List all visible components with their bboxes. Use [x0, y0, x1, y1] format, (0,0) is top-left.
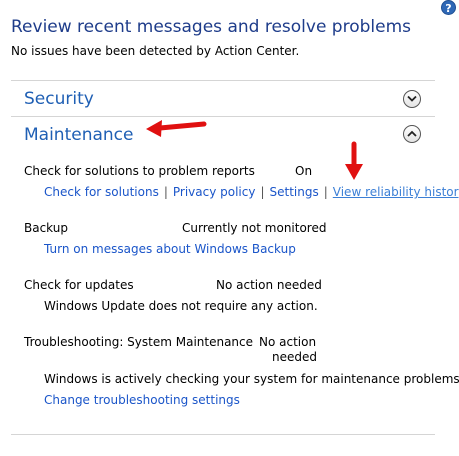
maintenance-collapse-button[interactable] [403, 125, 421, 143]
privacy-policy-link[interactable]: Privacy policy [173, 185, 256, 199]
annotation-arrow-icon [146, 120, 207, 137]
check-for-solutions-link[interactable]: Check for solutions [44, 185, 159, 199]
change-troubleshooting-settings-link[interactable]: Change troubleshooting settings [44, 393, 240, 407]
security-expand-button[interactable] [403, 90, 421, 108]
troubleshooting-status-line2: needed [272, 350, 317, 364]
divider [11, 80, 435, 81]
help-icon[interactable]: ? [441, 0, 456, 15]
troubleshooting-description: Windows is actively checking your system… [44, 372, 459, 386]
updates-label: Check for updates [24, 278, 134, 292]
chevron-up-icon [407, 130, 417, 137]
turn-on-backup-messages-link[interactable]: Turn on messages about Windows Backup [44, 242, 296, 256]
troubleshooting-label: Troubleshooting: System Maintenance [24, 335, 254, 349]
troubleshooting-status-line1: No action [259, 335, 317, 349]
annotation-arrow-icon [345, 141, 363, 180]
link-separator: | [323, 185, 328, 199]
problem-reports-status: On [295, 164, 313, 178]
view-reliability-history-link[interactable]: View reliability history [333, 185, 459, 199]
backup-label: Backup [24, 221, 68, 235]
problem-reports-label: Check for solutions to problem reports [24, 164, 255, 178]
security-heading[interactable]: Security [24, 89, 94, 109]
backup-status: Currently not monitored [182, 221, 327, 235]
link-separator: | [163, 185, 168, 199]
divider [11, 434, 435, 435]
divider [11, 116, 435, 117]
settings-link[interactable]: Settings [270, 185, 319, 199]
link-separator: | [260, 185, 265, 199]
page-subtitle: No issues have been detected by Action C… [11, 44, 300, 58]
updates-description: Windows Update does not require any acti… [44, 299, 318, 313]
updates-status: No action needed [216, 278, 322, 292]
page-title: Review recent messages and resolve probl… [11, 17, 412, 37]
maintenance-heading[interactable]: Maintenance [24, 125, 133, 145]
chevron-down-icon [407, 95, 417, 102]
problem-reports-links: Check for solutions | Privacy policy | Setti… [44, 185, 459, 199]
